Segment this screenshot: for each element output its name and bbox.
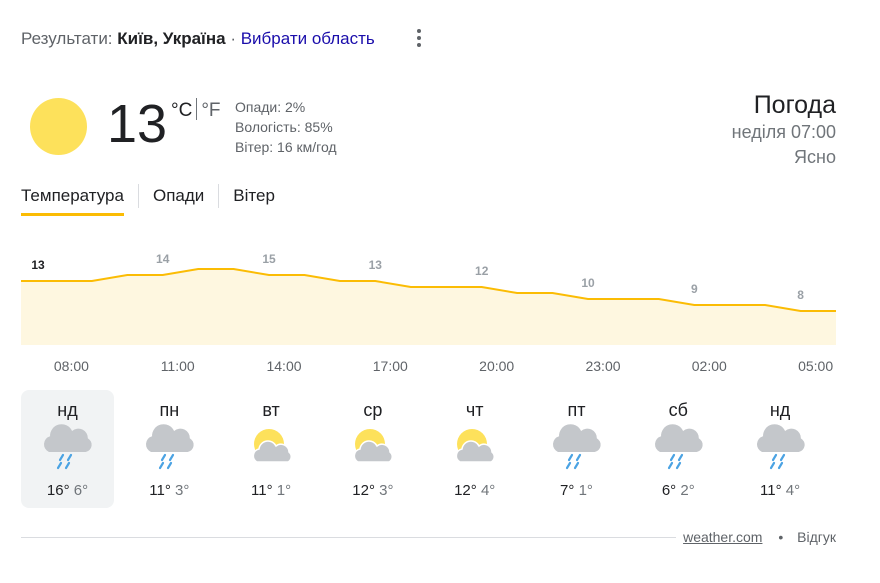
temperature-area [21,269,836,345]
temperature-label: 13 [369,258,383,272]
day-card[interactable]: ср 12° 3° [326,390,419,508]
time-tick-label: 08:00 [53,358,89,374]
day-name: ср [363,400,383,420]
tab-divider [137,184,139,208]
tab-precipitation[interactable]: Опади [153,184,204,216]
results-label: Результати: [21,29,113,48]
weather-summary: Погода неділя 07:00 Ясно [732,90,836,170]
partly-cloudy-icon [252,429,292,463]
footer-divider [21,537,676,538]
tab-divider [218,184,220,208]
current-temperature: 13 [107,94,168,154]
temperature-label: 8 [797,288,804,302]
celsius-toggle[interactable]: °C [171,100,192,121]
temperature-label: 15 [262,252,276,266]
location-name: Київ, Україна [117,29,226,48]
day-low-temp: 2° [680,482,695,499]
weather-datetime: неділя 07:00 [731,122,836,142]
day-name: чт [465,400,484,420]
day-name: пт [567,400,586,420]
separator-dot: · [230,29,236,48]
chart-tabs: Температура Опади Вітер [21,184,275,218]
tab-temperature[interactable]: Температура [21,184,124,216]
day-high-temp: 7° [560,482,575,499]
day-card[interactable]: нд 16° 6° [21,390,114,508]
partly-cloudy-icon [455,429,496,463]
day-high-temp: 11° [760,482,782,499]
temperature-label: 9 [691,282,698,296]
day-name: вт [262,400,280,420]
time-tick-label: 17:00 [372,358,408,374]
day-low-temp: 3° [379,482,394,499]
temperature-label: 12 [475,264,489,278]
humidity-text: Вологість: 85% [235,119,333,135]
temperature-label: 13 [31,258,45,272]
day-temperatures: 7° 1° [530,482,623,499]
choose-region-link[interactable]: Вибрати область [241,29,375,48]
day-name: нд [769,400,791,420]
temperature-chart[interactable]: 13 14 15 13 12 10 9 8 [21,235,836,345]
footer: weather.com • Відгук [683,529,836,545]
time-tick-label: 02:00 [691,358,727,374]
rain-cloud-icon [145,424,194,470]
rain-cloud-icon [552,424,601,470]
unit-switcher: °C °F [171,98,221,122]
tab-wind[interactable]: Вітер [233,184,275,216]
day-card[interactable]: нд 11° 4° [734,390,827,508]
day-temperatures: 11° 3° [123,482,216,499]
day-card[interactable]: пт 7° 1° [530,390,623,508]
feedback-link[interactable]: Відгук [797,529,836,545]
chart-time-axis: 08:00 11:00 14:00 17:00 20:00 23:00 02:00 05:00 [21,358,836,378]
day-temperatures: 12° 4° [428,482,521,499]
day-name: пн [159,400,180,420]
day-card[interactable]: вт 11° 1° [225,390,318,508]
day-high-temp: 11° [149,482,171,499]
source-link[interactable]: weather.com [683,529,762,545]
day-low-temp: 6° [73,482,89,499]
weather-details: Опади: 2% Вологість: 85% Вітер: 16 км/го… [235,97,337,157]
rain-cloud-icon [43,424,92,470]
day-high-temp: 6° [661,482,677,499]
day-name: нд [57,400,78,420]
unit-divider [196,98,198,120]
day-high-temp: 11° [251,482,273,499]
day-high-temp: 16° [46,482,70,499]
day-card[interactable]: сб 6° 2° [632,390,725,508]
day-high-temp: 12° [454,482,477,499]
day-name: сб [668,400,688,420]
temperature-label: 10 [581,276,595,290]
day-card[interactable]: чт 12° 4° [428,390,521,508]
weather-condition: Ясно [794,147,836,167]
time-tick-label: 14:00 [266,358,302,374]
day-temperatures: 11° 1° [225,482,318,499]
day-low-temp: 4° [785,482,801,499]
rain-cloud-icon [756,424,805,470]
day-low-temp: 4° [480,482,496,499]
day-low-temp: 1° [276,482,292,499]
wind-text: Вітер: 16 км/год [235,139,337,155]
day-high-temp: 12° [352,482,375,499]
more-options-icon[interactable] [409,27,429,49]
day-temperatures: 6° 2° [632,482,725,499]
day-low-temp: 1° [578,482,593,499]
daily-forecast: нд 16° 6° пн 11° 3° вт 11° 1° ср 12° 3° чт 12° 4°… [21,390,836,508]
sun-icon [30,98,87,155]
partly-cloudy-icon [354,429,394,463]
temperature-label: 14 [156,252,170,266]
fahrenheit-toggle[interactable]: °F [201,100,220,121]
day-low-temp: 3° [175,482,190,499]
rain-cloud-icon [654,424,703,470]
time-tick-label: 20:00 [479,358,515,374]
time-tick-label: 05:00 [798,358,834,374]
precipitation-text: Опади: 2% [235,99,306,115]
time-tick-label: 23:00 [585,358,621,374]
day-temperatures: 11° 4° [734,482,827,499]
weather-title: Погода [753,91,836,119]
search-results-header: Результати: Київ, Україна · Вибрати обла… [21,29,375,49]
day-temperatures: 12° 3° [326,482,419,499]
day-card[interactable]: пн 11° 3° [123,390,216,508]
day-temperatures: 16° 6° [21,482,114,499]
time-tick-label: 11:00 [160,358,195,374]
footer-bullet: • [778,529,784,545]
